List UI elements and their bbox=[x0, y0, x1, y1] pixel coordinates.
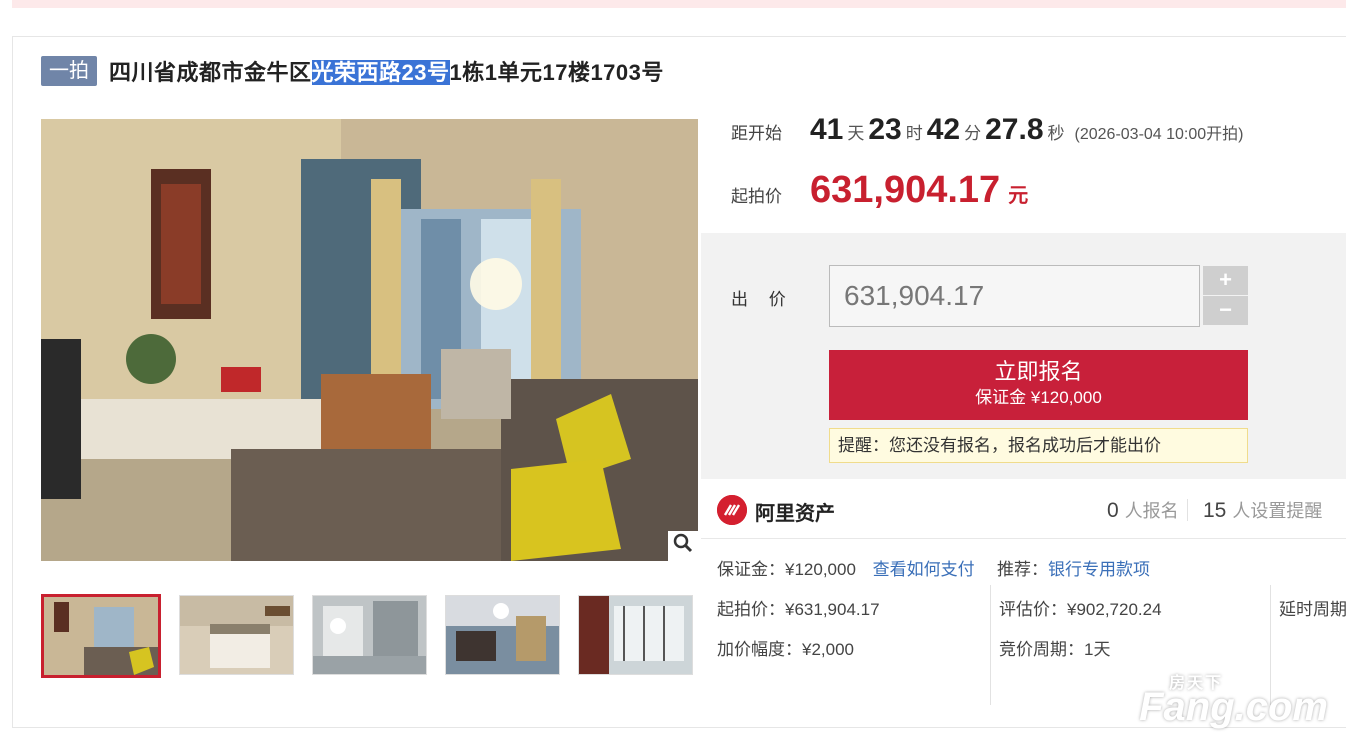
magnifier-icon bbox=[673, 533, 693, 559]
bid-label: 出 价 bbox=[731, 290, 794, 309]
brand-row: 阿里资产 0 人报名 15 人设置提醒 bbox=[701, 479, 1346, 539]
detail-delay-period: 延时周期 bbox=[1279, 600, 1346, 619]
signup-count: 0 人报名 bbox=[1107, 497, 1179, 523]
thumbnail-5[interactable] bbox=[578, 595, 693, 675]
top-alert-strip bbox=[12, 0, 1346, 8]
signup-button[interactable]: 立即报名 保证金 ¥120,000 bbox=[829, 350, 1248, 420]
auction-card: 一拍 四川省成都市金牛区光荣西路23号1栋1单元17楼1703号 距开始 41 … bbox=[12, 36, 1346, 728]
start-price-unit: 元 bbox=[1008, 185, 1029, 207]
detail-divider-1 bbox=[990, 585, 991, 705]
brand-name: 阿里资产 bbox=[755, 503, 835, 525]
main-photo[interactable] bbox=[41, 119, 698, 561]
watermark-cn: 房天下 bbox=[1169, 675, 1224, 692]
deposit-text: 保证金：¥120,000 bbox=[717, 560, 856, 579]
auction-round-tag: 一拍 bbox=[41, 56, 97, 86]
signup-notice: 提醒：您还没有报名，报名成功后才能出价 bbox=[829, 428, 1248, 463]
thumbnail-3[interactable] bbox=[312, 595, 427, 675]
seconds-unit: 秒 bbox=[1047, 124, 1065, 143]
start-price-label: 起拍价 bbox=[731, 187, 782, 206]
title-prefix: 四川省成都市金牛区 bbox=[109, 60, 312, 85]
living-room-photo bbox=[41, 119, 698, 561]
start-price-value: 631,904.17 bbox=[810, 169, 1001, 211]
deposit-info: 保证金：¥120,000 查看如何支付 bbox=[717, 555, 975, 580]
signup-count-number: 0 bbox=[1107, 499, 1119, 522]
hours-unit: 时 bbox=[905, 124, 923, 143]
title-highlight: 光荣西路23号 bbox=[311, 60, 450, 85]
recommend-info: 推荐：银行专用款项 bbox=[997, 555, 1150, 580]
bid-amount-input[interactable]: 631,904.17 bbox=[829, 265, 1200, 327]
increase-bid-button[interactable]: + bbox=[1203, 266, 1248, 295]
thumbnail-strip bbox=[41, 594, 693, 678]
days-unit: 天 bbox=[847, 124, 865, 143]
start-time-note: (2026-03-04 10:00开拍) bbox=[1074, 126, 1244, 143]
signup-deposit-label: 保证金 ¥120,000 bbox=[975, 388, 1102, 407]
fang-watermark: 房天下 Fang.com bbox=[1139, 675, 1328, 730]
thumbnail-4[interactable] bbox=[445, 595, 560, 675]
stat-divider bbox=[1187, 499, 1188, 521]
watermark-text: Fang.com bbox=[1139, 685, 1328, 729]
reminder-count: 15 人设置提醒 bbox=[1203, 497, 1322, 523]
thumbnail-2[interactable] bbox=[179, 595, 294, 675]
thumbnail-1[interactable] bbox=[41, 594, 161, 678]
property-title: 四川省成都市金牛区光荣西路23号1栋1单元17楼1703号 bbox=[109, 55, 664, 87]
countdown-minutes: 42 bbox=[926, 113, 961, 146]
bank-funds-link[interactable]: 银行专用款项 bbox=[1048, 560, 1150, 579]
start-price-row: 起拍价 631,904.17 元 bbox=[731, 169, 1028, 212]
detail-start-price: 起拍价：¥631,904.17 bbox=[717, 600, 880, 619]
countdown-hours: 23 bbox=[868, 113, 902, 146]
signup-button-label: 立即报名 bbox=[994, 359, 1083, 384]
countdown-row: 距开始 41 天 23 时 42 分 27.8 秒 (2026-03-04 10… bbox=[731, 113, 1244, 147]
title-row: 一拍 四川省成都市金牛区光荣西路23号1栋1单元17楼1703号 bbox=[41, 53, 664, 89]
countdown-days: 41 bbox=[810, 113, 844, 146]
detail-appraisal: 评估价：¥902,720.24 bbox=[999, 600, 1162, 619]
pay-help-link[interactable]: 查看如何支付 bbox=[873, 560, 975, 579]
reminder-count-label: 人设置提醒 bbox=[1232, 501, 1323, 521]
decrease-bid-button[interactable]: − bbox=[1203, 296, 1248, 325]
detail-auction-period: 竞价周期：1天 bbox=[999, 640, 1111, 659]
detail-increment: 加价幅度：¥2,000 bbox=[717, 640, 854, 659]
title-suffix: 1栋1单元17楼1703号 bbox=[449, 60, 664, 85]
countdown-label: 距开始 bbox=[731, 124, 782, 143]
recommend-label: 推荐： bbox=[997, 560, 1048, 579]
ali-assets-logo-icon bbox=[717, 495, 747, 525]
minutes-unit: 分 bbox=[964, 124, 982, 143]
signup-count-label: 人报名 bbox=[1124, 501, 1179, 521]
countdown-seconds: 27.8 bbox=[985, 113, 1044, 146]
zoom-button[interactable] bbox=[668, 531, 698, 561]
reminder-count-number: 15 bbox=[1203, 499, 1227, 522]
bid-panel: 出 价 631,904.17 + − 立即报名 保证金 ¥120,000 提醒：… bbox=[701, 233, 1346, 479]
